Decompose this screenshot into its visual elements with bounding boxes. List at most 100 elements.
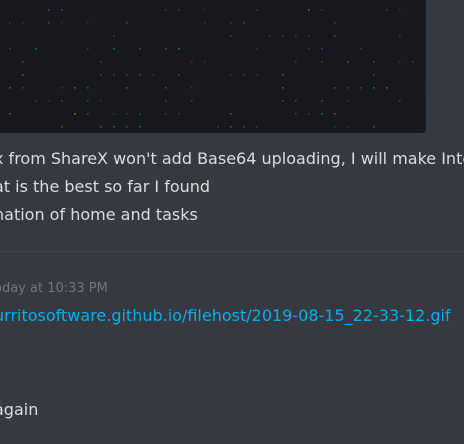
- grid-dot: [230, 74, 232, 76]
- grid-dot: [282, 74, 284, 76]
- grid-dot: [321, 61, 323, 63]
- grid-dot: [87, 87, 89, 89]
- grid-dot: [178, 9, 180, 11]
- grid-dot: [178, 48, 180, 50]
- grid-dot: [61, 9, 63, 11]
- grid-dot: [35, 48, 37, 50]
- grid-dot: [139, 48, 141, 50]
- grid-dot: [334, 35, 336, 37]
- grid-dot: [74, 87, 76, 89]
- grid-dot: [347, 61, 349, 63]
- grid-dot: [178, 113, 180, 115]
- grid-dot: [269, 35, 271, 37]
- message-line-again: again: [0, 400, 39, 419]
- message-line-2: at is the best so far I found: [0, 177, 211, 196]
- grid-dot: [113, 35, 115, 37]
- grid-dot: [217, 126, 219, 128]
- grid-dot: [178, 74, 180, 76]
- grid-dot: [282, 35, 284, 37]
- grid-dot: [295, 113, 297, 115]
- grid-dot: [295, 61, 297, 63]
- grid-dot: [334, 87, 336, 89]
- grid-dot: [308, 48, 310, 50]
- grid-dot: [139, 113, 141, 115]
- file-link[interactable]: urritosoftware.github.io/filehost/2019-0…: [0, 305, 451, 327]
- grid-dot: [61, 22, 63, 24]
- grid-dot: [100, 74, 102, 76]
- grid-dot: [139, 74, 141, 76]
- grid-dot: [126, 74, 128, 76]
- grid-dot: [321, 113, 323, 115]
- grid-dot: [87, 48, 89, 50]
- grid-dot: [230, 35, 232, 37]
- grid-dot: [399, 61, 401, 63]
- grid-dot: [204, 22, 206, 24]
- grid-dot: [308, 113, 310, 115]
- grid-dot: [22, 87, 24, 89]
- grid-dot: [9, 87, 11, 89]
- grid-dot: [9, 113, 11, 115]
- grid-dot: [373, 74, 375, 76]
- grid-dot: [334, 22, 336, 24]
- grid-dot: [113, 74, 115, 76]
- grid-dot: [35, 100, 37, 102]
- grid-dot: [373, 61, 375, 63]
- grid-dot: [308, 9, 310, 11]
- grid-dot: [191, 100, 193, 102]
- grid-dot: [334, 113, 336, 115]
- grid-dot: [334, 126, 336, 128]
- grid-dot: [386, 9, 388, 11]
- grid-dot: [243, 74, 245, 76]
- grid-dot: [165, 48, 167, 50]
- grid-dot: [126, 113, 128, 115]
- grid-dot: [399, 100, 401, 102]
- grid-dot: [399, 35, 401, 37]
- grid-dot: [113, 48, 115, 50]
- grid-dot: [191, 87, 193, 89]
- grid-dot: [204, 9, 206, 11]
- grid-dot: [191, 61, 193, 63]
- embedded-gif-preview[interactable]: [0, 0, 426, 133]
- grid-dot: [282, 87, 284, 89]
- grid-dot: [126, 22, 128, 24]
- grid-dot: [412, 61, 414, 63]
- grid-dot: [308, 35, 310, 37]
- grid-dot: [9, 48, 11, 50]
- grid-dot: [347, 100, 349, 102]
- grid-dot: [243, 126, 245, 128]
- grid-dot: [165, 9, 167, 11]
- grid-dot: [243, 22, 245, 24]
- grid-dot: [87, 100, 89, 102]
- grid-dot: [165, 100, 167, 102]
- grid-dot: [347, 126, 349, 128]
- message-line-1: x from ShareX won't add Base64 uploading…: [0, 149, 464, 168]
- grid-dot: [100, 100, 102, 102]
- grid-dot: [22, 61, 24, 63]
- grid-dot: [321, 9, 323, 11]
- grid-dot: [22, 22, 24, 24]
- grid-dot: [256, 74, 258, 76]
- grid-dot: [204, 61, 206, 63]
- grid-dot: [295, 35, 297, 37]
- grid-dot: [360, 48, 362, 50]
- grid-dot: [373, 126, 375, 128]
- grid-dot: [152, 74, 154, 76]
- grid-dot: [48, 22, 50, 24]
- grid-dot: [282, 100, 284, 102]
- grid-dot: [113, 126, 115, 128]
- grid-dot: [48, 100, 50, 102]
- message-divider: [0, 251, 464, 252]
- grid-dot: [22, 74, 24, 76]
- grid-dot: [100, 61, 102, 63]
- grid-dot: [126, 87, 128, 89]
- grid-animation-image: [9, 9, 426, 128]
- grid-dot: [360, 87, 362, 89]
- grid-dot: [87, 113, 89, 115]
- grid-dot: [256, 48, 258, 50]
- grid-dot: [165, 113, 167, 115]
- message-timestamp: oday at 10:33 PM: [0, 281, 108, 296]
- grid-dot: [139, 126, 141, 128]
- grid-dot: [256, 9, 258, 11]
- grid-dot: [61, 126, 63, 128]
- grid-dot: [100, 126, 102, 128]
